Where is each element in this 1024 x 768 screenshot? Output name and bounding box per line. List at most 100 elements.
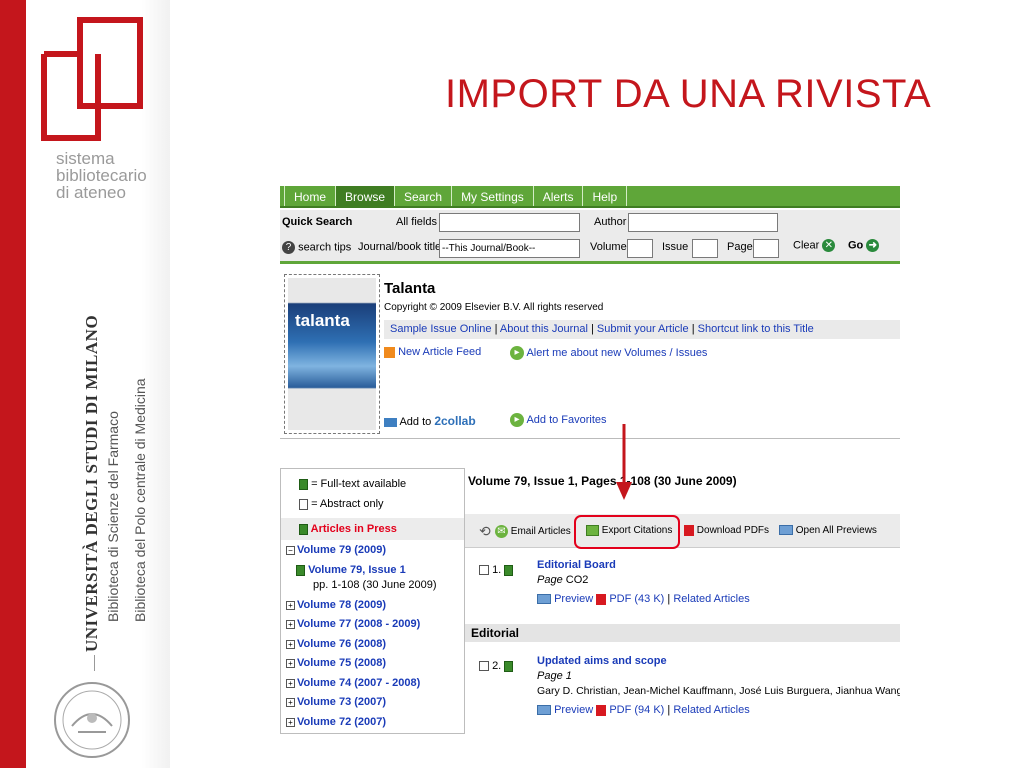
- link-submit-article[interactable]: Submit your Article: [597, 323, 689, 335]
- volume-item-74[interactable]: + Volume 74 (2007 - 2008): [286, 677, 420, 689]
- page-input[interactable]: [753, 239, 779, 258]
- volume-item-72[interactable]: + Volume 72 (2007): [286, 716, 386, 728]
- feed-text: New Article Feed: [398, 346, 482, 358]
- search-tips-text: search tips: [298, 241, 352, 254]
- main-nav: Home Browse Search My Settings Alerts He…: [280, 186, 900, 208]
- all-fields-input[interactable]: [439, 213, 580, 232]
- article-number: 1.: [492, 564, 502, 576]
- favorites-text: Add to Favorites: [526, 413, 607, 426]
- journal-cover[interactable]: talanta: [284, 274, 380, 434]
- download-text: Download PDFs: [696, 525, 770, 537]
- volume-item-76[interactable]: + Volume 76 (2008): [286, 638, 386, 650]
- volume-label: Volume: [590, 241, 627, 253]
- checkbox[interactable]: [479, 661, 489, 672]
- volume-item-78[interactable]: + Volume 78 (2009): [286, 599, 386, 611]
- clear-icon: ✕: [822, 239, 836, 252]
- vertical-separator: [94, 655, 95, 671]
- library-farmaco: Biblioteca di Scienze del Farmaco: [105, 411, 121, 622]
- previews-text: Open All Previews: [795, 525, 877, 536]
- search-tips-link[interactable]: ? search tips: [282, 241, 351, 254]
- expand-icon: +: [286, 697, 295, 707]
- tab-browse[interactable]: Browse: [335, 186, 395, 206]
- link-sample-issue[interactable]: Sample Issue Online: [390, 323, 492, 335]
- share-icon[interactable]: ⟲: [479, 523, 491, 540]
- clear-button[interactable]: Clear ✕: [793, 239, 836, 252]
- new-article-feed-link[interactable]: New Article Feed: [384, 346, 481, 358]
- volume-input[interactable]: [627, 239, 653, 258]
- add-to-favorites-link[interactable]: ▸ Add to Favorites: [510, 413, 607, 427]
- quick-search-panel: Quick Search All fields Author ? search …: [280, 210, 900, 264]
- go-button[interactable]: Go ➜: [848, 239, 880, 252]
- current-issue-label: Volume 79, Issue 1: [308, 564, 406, 576]
- page-label: Page: [537, 574, 563, 586]
- articles-in-press-link[interactable]: Articles in Press: [299, 523, 397, 535]
- university-name: UNIVERSITÀ DEGLI STUDI DI MILANO: [82, 314, 101, 652]
- alert-icon: ▸: [510, 346, 524, 360]
- link-about-journal[interactable]: About this Journal: [500, 323, 588, 335]
- full-text-icon: [504, 564, 514, 576]
- journal-title: Talanta: [384, 280, 436, 297]
- left-red-bar: [0, 0, 26, 768]
- collab-icon: [384, 417, 397, 427]
- article-number: 2.: [492, 660, 502, 672]
- tab-alerts[interactable]: Alerts: [532, 186, 583, 206]
- tab-search[interactable]: Search: [394, 186, 451, 206]
- related-articles-link[interactable]: Related Articles: [673, 704, 749, 716]
- article-1-page: Page CO2: [537, 574, 588, 586]
- expand-icon: +: [286, 600, 295, 610]
- journal-title-input[interactable]: --This Journal/Book--: [439, 239, 580, 258]
- journal-title-label: Journal/book title: [358, 241, 442, 253]
- current-issue-link[interactable]: Volume 79, Issue 1: [296, 564, 406, 576]
- volume-item-79[interactable]: − Volume 79 (2009): [286, 544, 386, 556]
- alert-link[interactable]: ▸ Alert me about new Volumes / Issues: [510, 346, 707, 360]
- issue-input[interactable]: [692, 239, 718, 258]
- preview-icon: [537, 594, 551, 605]
- pdf-icon: [596, 593, 607, 605]
- go-text: Go: [848, 239, 864, 252]
- university-seal-icon: [54, 682, 130, 758]
- article-2-select[interactable]: 2.: [479, 660, 514, 672]
- volume-item-73[interactable]: + Volume 73 (2007): [286, 696, 386, 708]
- volume-label: Volume 77 (2008 - 2009): [297, 618, 421, 630]
- volume-label: Volume 72 (2007): [297, 716, 387, 728]
- full-text-icon: [504, 660, 514, 672]
- email-articles-button[interactable]: ✉ Email Articles: [495, 525, 571, 538]
- preview-icon: [537, 705, 551, 716]
- tab-my-settings[interactable]: My Settings: [451, 186, 533, 206]
- issue-header: Volume 79, Issue 1, Pages 1-108 (30 June…: [468, 474, 737, 488]
- cover-title: talanta: [295, 311, 350, 330]
- tab-help[interactable]: Help: [582, 186, 628, 206]
- related-articles-link[interactable]: Related Articles: [673, 593, 749, 605]
- current-issue-pages: pp. 1-108 (30 June 2009): [313, 579, 437, 591]
- volume-item-77[interactable]: + Volume 77 (2008 - 2009): [286, 618, 420, 630]
- section-header: Editorial: [465, 624, 900, 642]
- pdf-link[interactable]: PDF (94 K): [609, 704, 664, 716]
- article-1-select[interactable]: 1.: [479, 564, 514, 576]
- add-to-2collab[interactable]: Add to 2collab: [384, 414, 476, 428]
- tab-home[interactable]: Home: [284, 186, 335, 206]
- open-all-previews-button[interactable]: Open All Previews: [779, 525, 877, 536]
- preview-link[interactable]: Preview: [554, 593, 593, 605]
- page-label: Page: [537, 670, 563, 682]
- collapse-icon: −: [286, 545, 295, 555]
- volume-item-75[interactable]: + Volume 75 (2008): [286, 657, 386, 669]
- preview-link[interactable]: Preview: [554, 704, 593, 716]
- pdf-link[interactable]: PDF (43 K): [609, 593, 664, 605]
- cover-image: [288, 278, 376, 430]
- article-toolbar: ⟲ ✉ Email Articles Export Citations Down…: [465, 514, 900, 548]
- full-text-icon: [299, 478, 308, 490]
- article-1-title[interactable]: Editorial Board: [537, 559, 616, 571]
- article-2-title[interactable]: Updated aims and scope: [537, 655, 667, 667]
- author-input[interactable]: [628, 213, 778, 232]
- article-2-authors: Gary D. Christian, Jean-Michel Kauffmann…: [537, 685, 900, 697]
- article-2-page: Page 1: [537, 670, 572, 682]
- article-1-links: Preview PDF (43 K) | Related Articles: [537, 593, 750, 605]
- link-shortcut[interactable]: Shortcut link to this Title: [698, 323, 814, 335]
- expand-icon: +: [286, 639, 295, 649]
- help-icon: ?: [282, 241, 295, 254]
- red-arrow-icon: [616, 424, 632, 500]
- favorites-icon: ▸: [510, 413, 524, 427]
- download-pdfs-button[interactable]: Download PDFs: [684, 525, 769, 536]
- checkbox[interactable]: [479, 565, 489, 576]
- author-label: Author: [594, 216, 627, 228]
